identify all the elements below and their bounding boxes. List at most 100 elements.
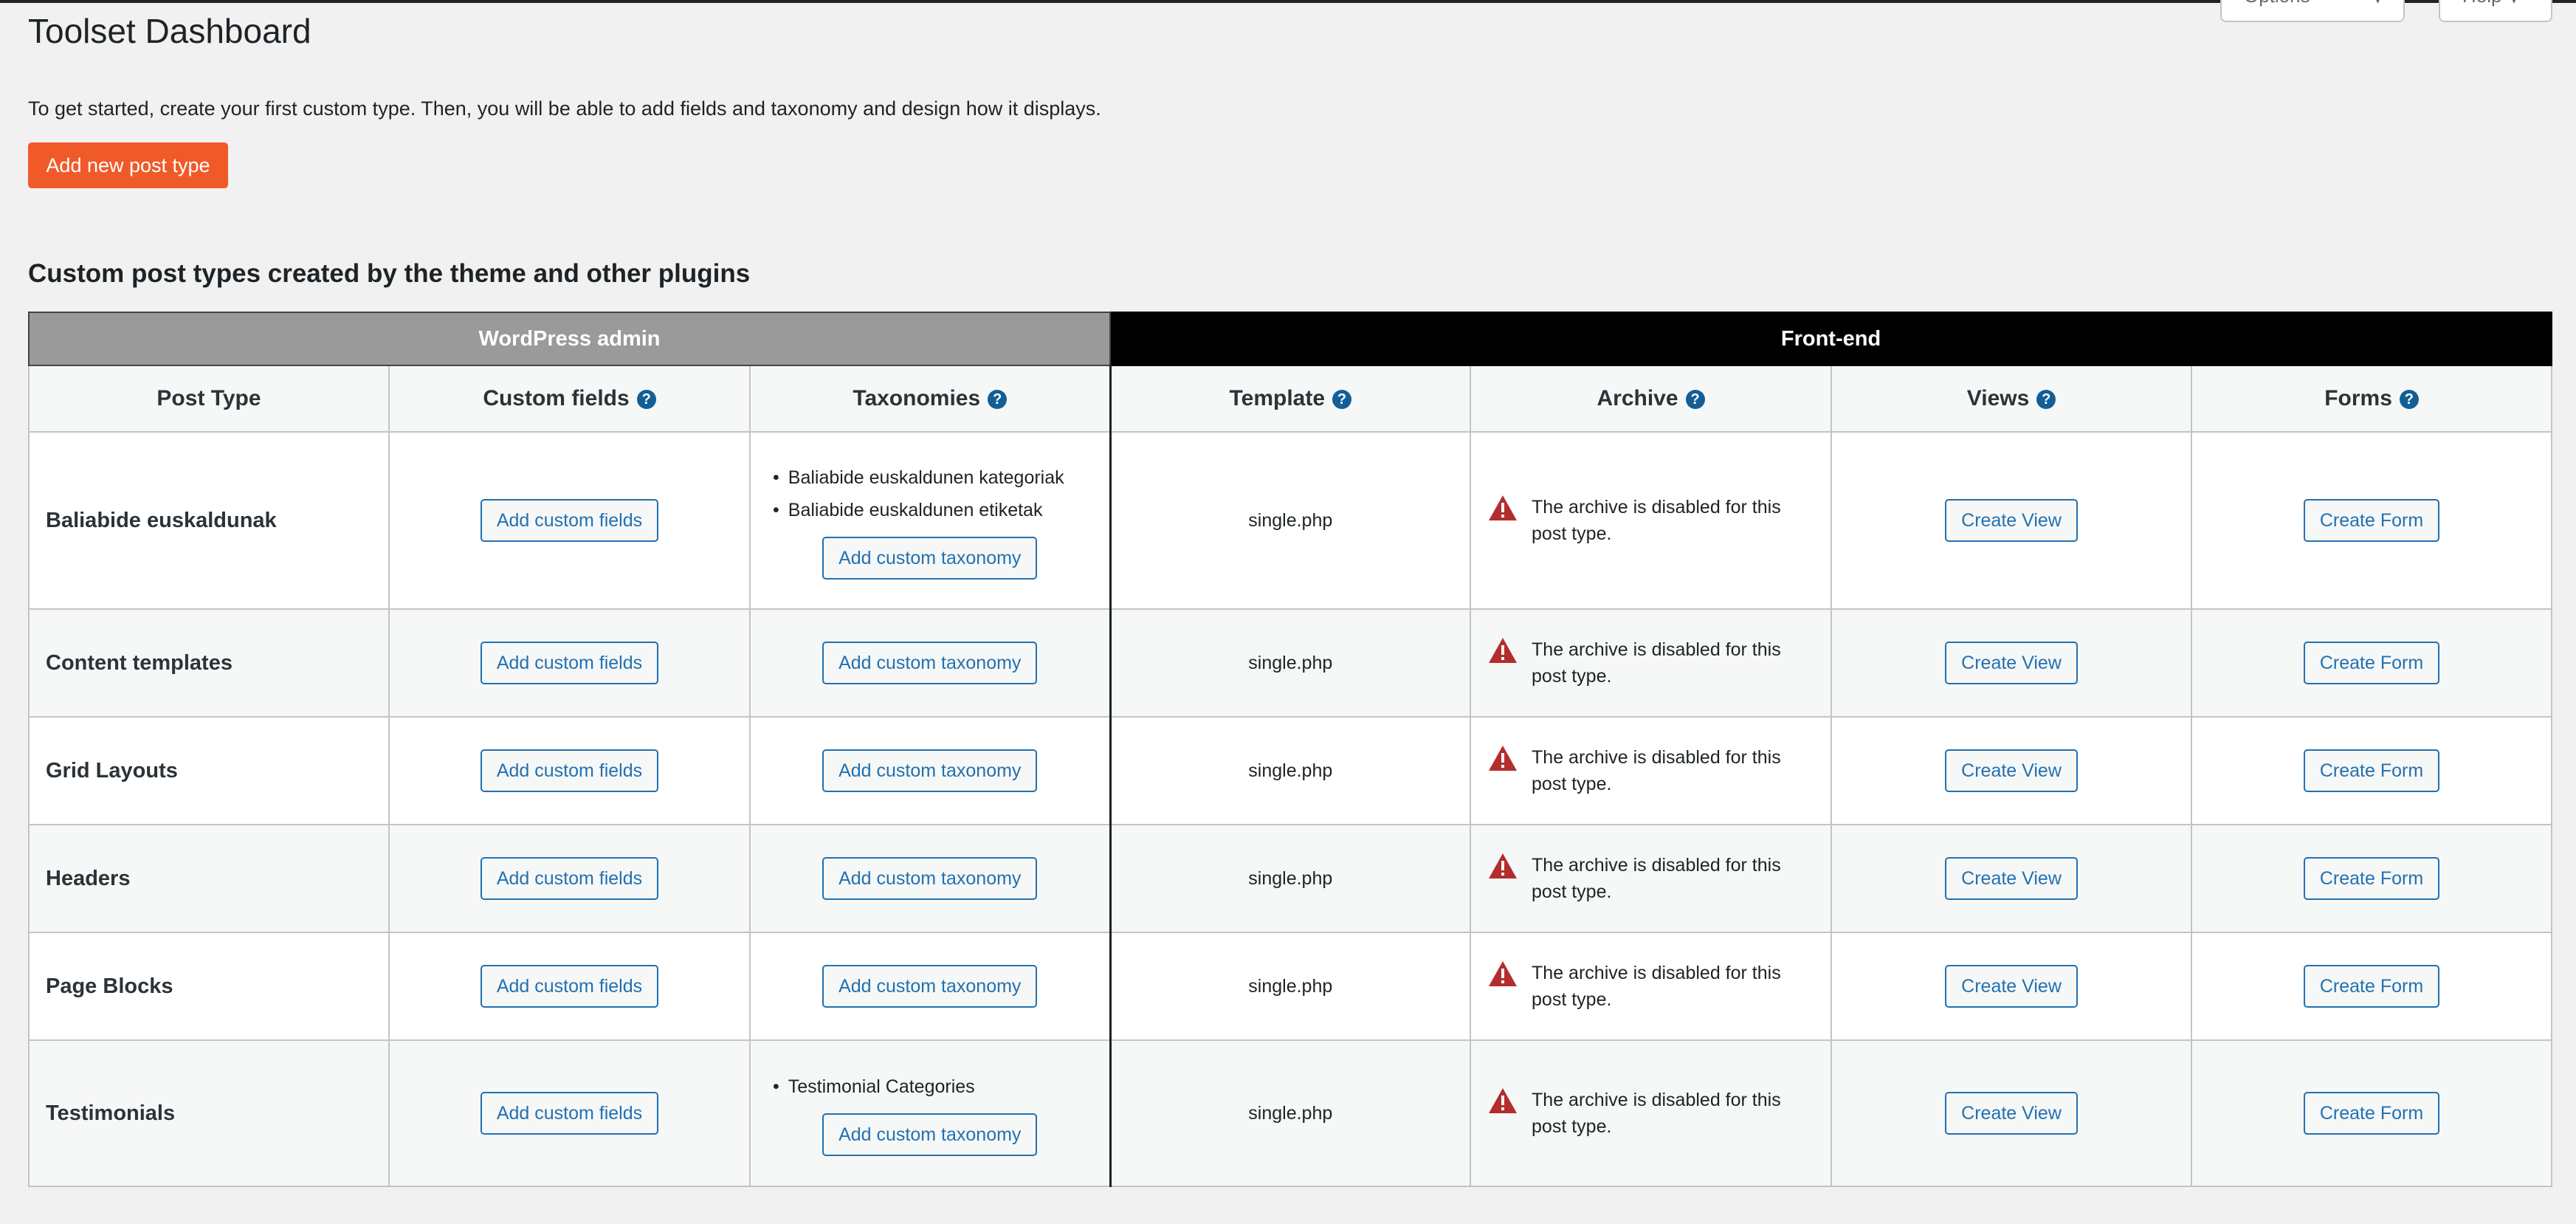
table-row: Headers Add custom fields Add custom tax… — [28, 824, 2553, 933]
add-custom-fields-button[interactable]: Add custom fields — [480, 499, 659, 542]
add-custom-fields-button[interactable]: Add custom fields — [480, 1092, 659, 1135]
create-form-button[interactable]: Create Form — [2303, 965, 2440, 1008]
create-view-button[interactable]: Create View — [1945, 499, 2078, 542]
archive-notice: The archive is disabled for this post ty… — [1471, 744, 1831, 797]
taxonomy-list: Testimonial Categories — [751, 1070, 1109, 1103]
post-type-name: Content templates — [28, 608, 390, 718]
add-custom-taxonomy-button[interactable]: Add custom taxonomy — [822, 1113, 1038, 1156]
chevron-down-icon: ▾ — [2510, 0, 2517, 7]
views-cell: Create View — [1831, 716, 2193, 825]
question-circle-icon[interactable]: ? — [2036, 390, 2056, 410]
custom-fields-cell: Add custom fields — [388, 824, 751, 933]
views-cell: Create View — [1831, 608, 2193, 718]
views-cell: Create View — [1831, 824, 2193, 933]
post-type-name: Headers — [28, 824, 390, 933]
custom-fields-cell: Add custom fields — [388, 608, 751, 718]
create-view-button[interactable]: Create View — [1945, 857, 2078, 900]
forms-cell: Create Form — [2191, 716, 2553, 825]
column-header-row: Post Type Custom fields? Taxonomies? Tem… — [28, 365, 2553, 433]
col-header-post-type: Post Type — [28, 365, 390, 433]
chevron-down-icon: ▾ — [2374, 0, 2381, 7]
col-header-views: Views? — [1831, 365, 2193, 433]
taxonomies-cell: Testimonial Categories Add custom taxono… — [748, 1039, 1112, 1187]
add-custom-fields-button[interactable]: Add custom fields — [480, 642, 659, 684]
col-header-archive: Archive? — [1470, 365, 1833, 433]
taxonomies-cell: Add custom taxonomy — [748, 608, 1112, 718]
question-circle-icon[interactable]: ? — [2399, 390, 2419, 410]
taxonomy-list: Baliabide euskaldunen kategoriak Baliabi… — [751, 461, 1109, 526]
help-tab-label: Help — [2462, 0, 2501, 7]
archive-disabled-text: The archive is disabled for this post ty… — [1532, 639, 1781, 687]
create-view-button[interactable]: Create View — [1945, 1092, 2078, 1135]
add-custom-taxonomy-button[interactable]: Add custom taxonomy — [822, 642, 1038, 684]
create-view-button[interactable]: Create View — [1945, 642, 2078, 684]
question-circle-icon[interactable]: ? — [988, 390, 1008, 410]
col-label-taxonomies: Taxonomies — [853, 386, 981, 410]
warning-triangle-icon — [1489, 495, 1518, 520]
custom-fields-cell: Add custom fields — [388, 716, 751, 825]
taxonomies-cell: Add custom taxonomy — [748, 824, 1112, 933]
create-form-button[interactable]: Create Form — [2303, 857, 2440, 900]
post-type-name: Grid Layouts — [28, 716, 390, 825]
question-circle-icon[interactable]: ? — [1685, 390, 1705, 410]
col-label-views: Views — [1966, 386, 2030, 410]
create-view-button[interactable]: Create View — [1945, 749, 2078, 792]
archive-notice: The archive is disabled for this post ty… — [1471, 852, 1831, 905]
create-form-button[interactable]: Create Form — [2303, 642, 2440, 684]
taxonomies-cell: Baliabide euskaldunen kategoriak Baliabi… — [748, 431, 1112, 610]
table-row: Grid Layouts Add custom fields Add custo… — [28, 716, 2553, 825]
add-custom-fields-button[interactable]: Add custom fields — [480, 749, 659, 792]
template-cell: single.php — [1109, 932, 1472, 1041]
archive-cell: The archive is disabled for this post ty… — [1470, 932, 1833, 1041]
add-custom-fields-button[interactable]: Add custom fields — [480, 965, 659, 1008]
post-type-name: Testimonials — [28, 1039, 390, 1187]
section-heading: Custom post types created by the theme a… — [28, 259, 751, 288]
question-circle-icon[interactable]: ? — [636, 390, 656, 410]
col-label-post-type: Post Type — [156, 386, 261, 410]
help-tab[interactable]: Help ▾ — [2439, 0, 2552, 22]
col-label-custom-fields: Custom fields — [483, 386, 630, 410]
intro-text: To get started, create your first custom… — [28, 97, 1101, 120]
add-custom-taxonomy-button[interactable]: Add custom taxonomy — [822, 749, 1038, 792]
create-form-button[interactable]: Create Form — [2303, 749, 2440, 792]
add-custom-taxonomy-button[interactable]: Add custom taxonomy — [822, 857, 1038, 900]
table-row: Testimonials Add custom fields Testimoni… — [28, 1039, 2553, 1187]
col-header-template: Template? — [1109, 365, 1472, 433]
page-title: Toolset Dashboard — [28, 12, 311, 50]
archive-cell: The archive is disabled for this post ty… — [1470, 1039, 1833, 1187]
custom-fields-cell: Add custom fields — [388, 1039, 751, 1187]
front-end-group-header: Front-end — [1109, 312, 2553, 366]
custom-fields-cell: Add custom fields — [388, 431, 751, 610]
create-view-button[interactable]: Create View — [1945, 965, 2078, 1008]
warning-triangle-icon — [1489, 746, 1518, 771]
archive-disabled-text: The archive is disabled for this post ty… — [1532, 963, 1781, 1010]
taxonomy-item: Baliabide euskaldunen kategoriak — [773, 461, 1109, 494]
add-custom-taxonomy-button[interactable]: Add custom taxonomy — [822, 537, 1038, 580]
screen-options-tab[interactable]: Screen Options ▾ — [2220, 0, 2405, 22]
forms-cell: Create Form — [2191, 1039, 2553, 1187]
table-row: Baliabide euskaldunak Add custom fields … — [28, 431, 2553, 610]
taxonomies-cell: Add custom taxonomy — [748, 932, 1112, 1041]
add-custom-fields-button[interactable]: Add custom fields — [480, 857, 659, 900]
table-row: Content templates Add custom fields Add … — [28, 608, 2553, 718]
forms-cell: Create Form — [2191, 932, 2553, 1041]
question-circle-icon[interactable]: ? — [1332, 390, 1352, 410]
admin-top-bar — [0, 0, 2576, 3]
create-form-button[interactable]: Create Form — [2303, 499, 2440, 542]
archive-notice: The archive is disabled for this post ty… — [1471, 960, 1831, 1013]
create-form-button[interactable]: Create Form — [2303, 1092, 2440, 1135]
add-custom-taxonomy-button[interactable]: Add custom taxonomy — [822, 965, 1038, 1008]
screen-options-label: Screen Options — [2244, 0, 2366, 7]
col-label-archive: Archive — [1597, 386, 1678, 410]
template-cell: single.php — [1109, 1039, 1472, 1187]
archive-disabled-text: The archive is disabled for this post ty… — [1532, 1090, 1781, 1137]
forms-cell: Create Form — [2191, 608, 2553, 718]
post-types-table: WordPress admin Front-end Post Type Cust… — [27, 312, 2553, 1187]
views-cell: Create View — [1831, 932, 2193, 1041]
forms-cell: Create Form — [2191, 824, 2553, 933]
archive-disabled-text: The archive is disabled for this post ty… — [1532, 855, 1781, 902]
taxonomies-cell: Add custom taxonomy — [748, 716, 1112, 825]
template-cell: single.php — [1109, 716, 1472, 825]
warning-triangle-icon — [1489, 1088, 1518, 1113]
add-new-post-type-button[interactable]: Add new post type — [28, 142, 228, 188]
